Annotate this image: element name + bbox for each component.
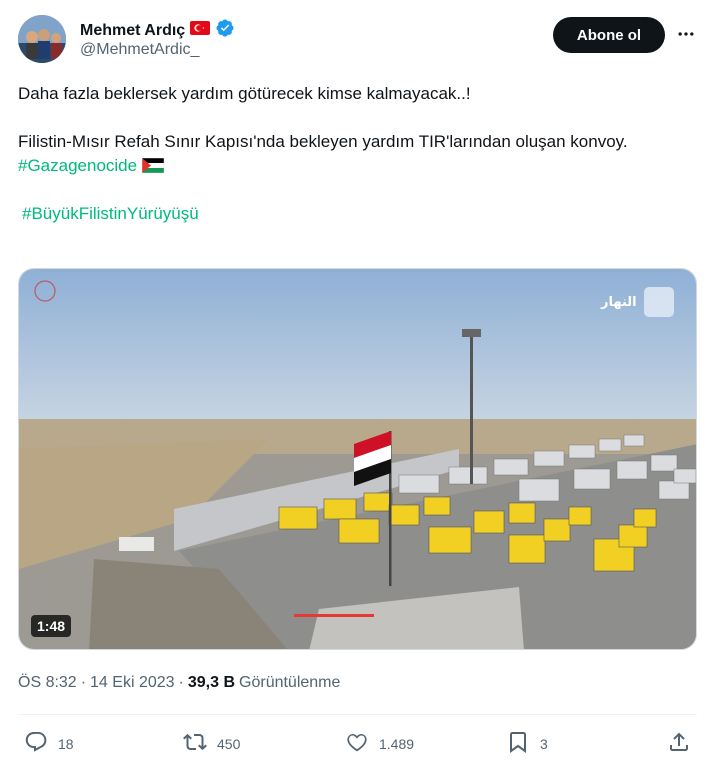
- video-player[interactable]: النهار 1:48: [18, 268, 697, 650]
- repost-count: 450: [217, 735, 241, 752]
- tweet-date[interactable]: 14 Eki 2023: [90, 674, 175, 692]
- verified-badge-icon: [215, 18, 235, 43]
- views-count: 39,3 B: [187, 674, 236, 691]
- repost-icon: [183, 730, 207, 757]
- heart-icon: [345, 730, 369, 757]
- tweet-time[interactable]: ÖS 8:32: [18, 674, 77, 692]
- video-frame: [19, 269, 696, 649]
- meta-separator: ·: [80, 674, 87, 691]
- bookmark-icon: [506, 730, 530, 757]
- tweet-line-1: Daha fazla beklersek yardım götürecek ki…: [18, 84, 471, 103]
- reply-button[interactable]: 18: [24, 730, 74, 757]
- more-options-icon[interactable]: [674, 22, 698, 46]
- follow-button[interactable]: Abone ol: [553, 17, 665, 53]
- author-name-row[interactable]: Mehmet Ardıç: [80, 18, 235, 43]
- avatar[interactable]: [18, 15, 66, 63]
- tweet-meta: ÖS 8:32 · 14 Eki 2023 · 39,3 B Görüntüle…: [18, 674, 340, 692]
- repost-button[interactable]: 450: [183, 730, 240, 757]
- palestine-flag-icon: [141, 156, 165, 175]
- share-button[interactable]: [667, 730, 691, 757]
- bookmark-button[interactable]: 3: [506, 730, 548, 757]
- meta-separator: ·: [178, 674, 184, 691]
- display-name[interactable]: Mehmet Ardıç: [80, 22, 185, 40]
- bookmark-count: 3: [540, 735, 548, 752]
- user-handle[interactable]: @MehmetArdic_: [80, 41, 199, 59]
- action-bar: 18 450 1.489 3: [0, 726, 715, 760]
- tweet-line-2-text: Filistin-Mısır Refah Sınır Kapısı'nda be…: [18, 132, 628, 151]
- tweet-line-2: Filistin-Mısır Refah Sınır Kapısı'nda be…: [18, 130, 698, 178]
- divider: [18, 714, 697, 715]
- turkey-flag-icon: [190, 21, 211, 40]
- views-label: Görüntülenme: [239, 674, 341, 691]
- like-count: 1.489: [379, 735, 415, 752]
- hashtag-buyukfilistinyuruyusu[interactable]: #BüyükFilistinYürüyüşü: [22, 204, 199, 223]
- like-button[interactable]: 1.489: [345, 730, 414, 757]
- video-duration-badge: 1:48: [31, 615, 72, 637]
- hashtag-gazagenocide[interactable]: #Gazagenocide: [18, 156, 137, 175]
- share-icon: [667, 730, 691, 757]
- tweet-text: Daha fazla beklersek yardım götürecek ki…: [18, 82, 698, 226]
- reply-count: 18: [58, 735, 74, 752]
- reply-icon: [24, 730, 48, 757]
- channel-watermark: النهار: [601, 295, 637, 310]
